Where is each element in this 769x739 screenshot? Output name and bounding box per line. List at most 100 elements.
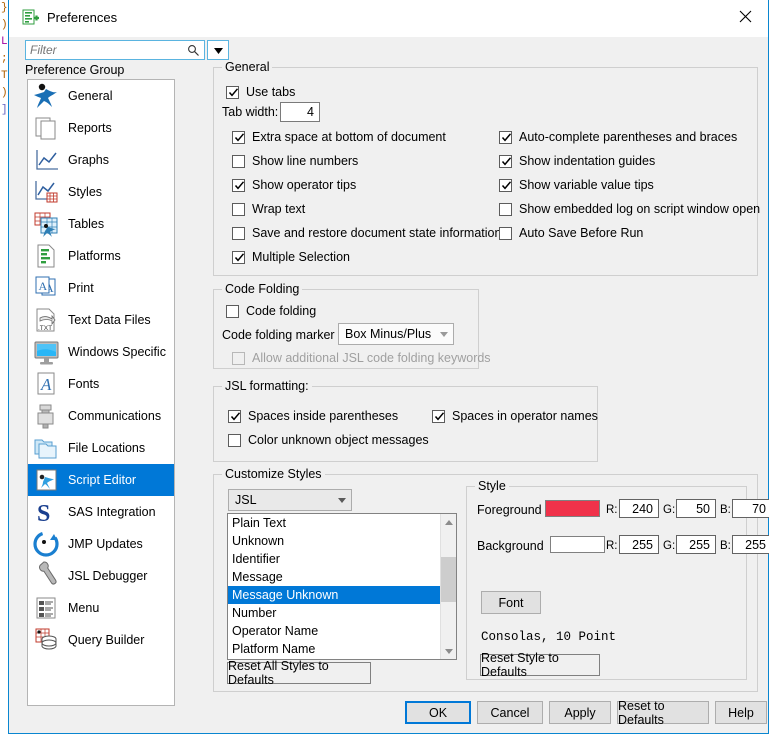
checkbox-autocomplete-parens[interactable]: Auto-complete parentheses and braces <box>499 130 737 145</box>
foreground-g-input[interactable]: 50 <box>676 499 716 518</box>
sidebar-item-label: Communications <box>68 409 162 423</box>
checkbox-box <box>499 131 512 144</box>
background-g-input[interactable]: 255 <box>676 535 716 554</box>
checkbox-show-embedded-log[interactable]: Show embedded log on script window open <box>499 202 760 217</box>
sidebar-item-communications[interactable]: Communications <box>28 400 174 432</box>
checkbox-show-indentation-guides[interactable]: Show indentation guides <box>499 154 655 169</box>
sidebar-item-query-builder[interactable]: Query Builder <box>28 624 174 656</box>
list-item[interactable]: Identifier <box>228 550 456 568</box>
chevron-down-icon <box>435 331 453 337</box>
help-button[interactable]: Help <box>715 701 767 724</box>
list-item[interactable]: Platform Name <box>228 640 456 658</box>
checkbox-multiple-selection[interactable]: Multiple Selection <box>232 250 350 265</box>
checkbox-color-unknown-object-messages[interactable]: Color unknown object messages <box>228 433 429 448</box>
chevron-down-icon <box>213 43 223 57</box>
sidebar-item-jmp-updates[interactable]: JMP Updates <box>28 528 174 560</box>
checkbox-show-variable-value-tips[interactable]: Show variable value tips <box>499 178 654 193</box>
list-item[interactable]: Unknown <box>228 532 456 550</box>
sidebar-item-reports[interactable]: Reports <box>28 112 174 144</box>
sidebar-item-platforms[interactable]: Platforms <box>28 240 174 272</box>
reset-all-styles-to-defaults-button[interactable]: Reset All Styles to Defaults <box>227 659 371 687</box>
foreground-r-input[interactable]: 240 <box>619 499 659 518</box>
sas-integration-icon: S <box>32 497 64 527</box>
scroll-up-icon[interactable] <box>441 514 456 530</box>
checkbox-label: Wrap text <box>252 202 306 216</box>
font-button[interactable]: Font <box>481 591 541 614</box>
background-b-input[interactable]: 255 <box>732 535 769 554</box>
sidebar-item-fonts[interactable]: A Fonts <box>28 368 174 400</box>
checkbox-auto-save-before-run[interactable]: Auto Save Before Run <box>499 226 643 241</box>
scrollbar-thumb[interactable] <box>441 557 456 602</box>
code-folding-marker-select[interactable]: Box Minus/Plus <box>338 323 454 345</box>
general-group-title: General <box>222 60 273 74</box>
filter-box[interactable] <box>25 40 205 60</box>
tab-width-input[interactable]: 4 <box>280 102 320 122</box>
sidebar-item-windows-specific[interactable]: Windows Specific <box>28 336 174 368</box>
reset-to-defaults-button[interactable]: Reset to Defaults <box>617 699 709 727</box>
reset-style-to-defaults-button[interactable]: Reset Style to Defaults <box>480 651 600 679</box>
sidebar-item-jsl-debugger[interactable]: JSL Debugger <box>28 560 174 592</box>
styles-list-box[interactable]: Plain Text Unknown Identifier Message Me… <box>227 513 457 660</box>
list-item[interactable]: Plain Text <box>228 514 456 532</box>
sidebar-item-label: SAS Integration <box>68 505 156 519</box>
scroll-down-icon[interactable] <box>441 643 456 659</box>
sidebar-item-graphs[interactable]: Graphs <box>28 144 174 176</box>
checkbox-spaces-inside-parentheses[interactable]: Spaces inside parentheses <box>228 409 398 424</box>
apply-button[interactable]: Apply <box>549 701 611 724</box>
checkbox-wrap-text[interactable]: Wrap text <box>232 202 305 217</box>
preferences-app-icon <box>22 9 40 27</box>
checkbox-show-operator-tips[interactable]: Show operator tips <box>232 178 356 193</box>
preference-group-list[interactable]: General Reports Graphs Styles Tables Pla… <box>27 79 175 706</box>
checkbox-allow-jsl-keywords[interactable]: Allow additional JSL code folding keywor… <box>232 351 491 366</box>
sidebar-item-styles[interactable]: Styles <box>28 176 174 208</box>
foreground-color-swatch[interactable] <box>545 500 600 517</box>
foreground-b-label: B: <box>720 504 731 516</box>
checkbox-extra-space-bottom[interactable]: Extra space at bottom of document <box>232 130 446 145</box>
checkbox-show-line-numbers[interactable]: Show line numbers <box>232 154 358 169</box>
communications-icon <box>32 401 64 431</box>
sidebar-item-label: Fonts <box>68 377 100 391</box>
checkbox-box <box>232 131 245 144</box>
sidebar-item-print[interactable]: A A Print <box>28 272 174 304</box>
sidebar-item-sas-integration[interactable]: S SAS Integration <box>28 496 174 528</box>
language-select[interactable]: JSL <box>228 489 352 511</box>
sidebar-item-text-data-files[interactable]: .TXT Text Data Files <box>28 304 174 336</box>
reports-icon <box>32 113 64 143</box>
svg-text:S: S <box>37 501 50 527</box>
background-color-swatch[interactable] <box>550 536 605 553</box>
checkbox-box <box>232 203 245 216</box>
checkbox-spaces-in-operator-names[interactable]: Spaces in operator names <box>432 409 598 424</box>
foreground-b-input[interactable]: 70 <box>732 499 769 518</box>
search-input[interactable] <box>26 41 180 59</box>
ok-button[interactable]: OK <box>405 701 471 724</box>
sidebar-item-file-locations[interactable]: File Locations <box>28 432 174 464</box>
background-r-input[interactable]: 255 <box>619 535 659 554</box>
checkbox-box <box>228 410 241 423</box>
checkbox-label: Color unknown object messages <box>248 433 429 447</box>
sidebar-item-menu[interactable]: Menu <box>28 592 174 624</box>
script-editor-icon <box>32 465 64 495</box>
checkbox-use-tabs[interactable]: Use tabs <box>226 85 295 100</box>
checkbox-box <box>232 352 245 365</box>
checkbox-label: Spaces in operator names <box>452 409 598 423</box>
list-item[interactable]: Operator Name <box>228 622 456 640</box>
list-item-selected[interactable]: Message Unknown <box>228 586 456 604</box>
filter-dropdown-button[interactable] <box>207 40 229 60</box>
title-bar: Preferences <box>9 0 768 37</box>
sidebar-item-tables[interactable]: Tables <box>28 208 174 240</box>
sidebar-item-label: Tables <box>68 217 105 231</box>
checkbox-code-folding[interactable]: Code folding <box>226 304 316 319</box>
checkbox-box <box>432 410 445 423</box>
close-icon[interactable] <box>722 0 768 33</box>
sidebar-item-general[interactable]: General <box>28 80 174 112</box>
svg-text:.TXT: .TXT <box>38 325 52 332</box>
font-description: Consolas, 10 Point <box>481 630 617 644</box>
sidebar-item-label: File Locations <box>68 441 146 455</box>
cancel-button[interactable]: Cancel <box>477 701 543 724</box>
list-item[interactable]: Message <box>228 568 456 586</box>
sidebar-item-script-editor[interactable]: Script Editor <box>28 464 174 496</box>
list-item[interactable]: Number <box>228 604 456 622</box>
dialog-footer: OK Cancel Apply Reset to Defaults Help <box>9 693 768 733</box>
checkbox-save-restore-state[interactable]: Save and restore document state informat… <box>232 226 501 241</box>
styles-list-scrollbar[interactable] <box>440 514 456 659</box>
